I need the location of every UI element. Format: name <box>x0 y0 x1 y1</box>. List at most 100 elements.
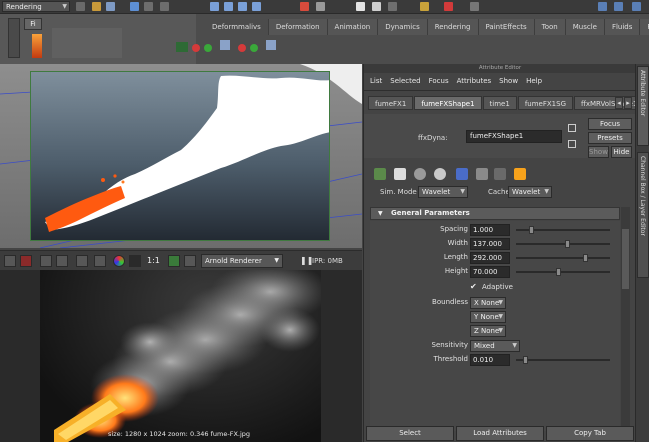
node-name-field[interactable]: fumeFXShape1 <box>466 130 562 143</box>
param-value-field[interactable]: 137.000 <box>470 238 510 250</box>
menu-focus[interactable]: Focus <box>429 74 449 88</box>
container-icon[interactable] <box>266 40 276 50</box>
param-value-field[interactable]: 1.000 <box>470 224 510 236</box>
slider-knob[interactable] <box>583 254 588 262</box>
tab-scroll-left-icon[interactable]: ◂ <box>615 97 623 109</box>
shelf-tab[interactable]: PaintEffects <box>478 19 535 35</box>
redo-render-icon[interactable] <box>4 255 16 267</box>
input-connection-icon[interactable] <box>568 124 576 132</box>
render-icon[interactable] <box>456 168 468 180</box>
panel-layout-icon[interactable] <box>632 2 641 11</box>
keep-image-icon[interactable] <box>94 255 106 267</box>
color-channel-icon[interactable] <box>113 255 125 267</box>
snap-point-icon[interactable] <box>238 2 247 11</box>
shelf-tab[interactable]: Dynamics <box>378 19 428 35</box>
shelf-side-bar[interactable] <box>8 18 20 58</box>
snapshot-icon[interactable] <box>40 255 52 267</box>
render-view[interactable] <box>0 270 362 442</box>
tab-time1[interactable]: time1 <box>482 96 517 110</box>
fire-icon[interactable] <box>32 34 42 58</box>
menu-show[interactable]: Show <box>499 74 518 88</box>
param-slider[interactable] <box>516 268 610 276</box>
render-camera-icon[interactable] <box>184 255 196 267</box>
render-frame-icon[interactable] <box>356 2 365 11</box>
magnet-icon[interactable] <box>444 2 453 11</box>
shelf-tool-icon[interactable] <box>176 42 188 52</box>
camera-view[interactable] <box>30 71 330 241</box>
slider-knob[interactable] <box>565 240 570 248</box>
shelf-tab[interactable]: Animation <box>327 19 379 35</box>
param-slider[interactable] <box>516 254 610 262</box>
presets-button[interactable]: Presets <box>588 132 632 144</box>
field-icon[interactable] <box>204 44 212 52</box>
field-icon[interactable] <box>250 44 258 52</box>
display-icon[interactable] <box>168 255 180 267</box>
snap-curve-icon[interactable] <box>224 2 233 11</box>
general-parameters-header[interactable]: ▼ General Parameters <box>370 207 620 220</box>
select-object-icon[interactable] <box>144 2 153 11</box>
shelf-tab[interactable]: Muscle <box>565 19 605 35</box>
container-icon[interactable] <box>220 40 230 50</box>
tab-channel-box[interactable]: Channel Box / Layer Editor <box>637 152 649 278</box>
sphere-icon[interactable] <box>414 168 426 180</box>
threshold-slider[interactable] <box>516 356 610 364</box>
menu-list[interactable]: List <box>370 74 382 88</box>
tool-icon[interactable] <box>470 2 479 11</box>
save-scene-icon[interactable] <box>106 2 115 11</box>
show-button[interactable]: Show <box>588 146 609 158</box>
menuset-dropdown[interactable]: Rendering ▼ <box>2 1 70 12</box>
focus-button[interactable]: Focus <box>588 118 632 130</box>
emitter-icon[interactable] <box>238 44 246 52</box>
slider-knob[interactable] <box>556 268 561 276</box>
tab-fumefx1[interactable]: fumeFX1 <box>368 96 414 110</box>
param-value-field[interactable]: 292.000 <box>470 252 510 264</box>
shelf-tab[interactable]: Toon <box>534 19 566 35</box>
slider-knob[interactable] <box>523 356 528 364</box>
shelf-tab-short[interactable]: Fi <box>24 18 42 30</box>
snap-grid-icon[interactable] <box>210 2 219 11</box>
boundless-z-dropdown[interactable]: Z None ▼ <box>470 325 506 337</box>
panel-layout-icon[interactable] <box>598 2 607 11</box>
render-settings-icon[interactable] <box>388 2 397 11</box>
attribute-scrollbar[interactable] <box>621 207 630 432</box>
boundless-y-dropdown[interactable]: Y None ▼ <box>470 311 506 323</box>
panel-layout-icon[interactable] <box>614 2 623 11</box>
param-slider[interactable] <box>516 240 610 248</box>
gear-icon[interactable] <box>434 168 446 180</box>
fire-icon[interactable] <box>514 168 526 180</box>
checkmark-icon[interactable]: ✔ <box>470 282 477 291</box>
open-scene-icon[interactable] <box>92 2 101 11</box>
slider-knob[interactable] <box>529 226 534 234</box>
shelf-tab[interactable]: Deformation <box>268 19 328 35</box>
menu-attributes[interactable]: Attributes <box>457 74 492 88</box>
shelf-tab[interactable]: Deformmalivs <box>205 19 269 35</box>
sensitivity-dropdown[interactable]: Mixed ▼ <box>470 340 520 352</box>
hide-button[interactable]: Hide <box>611 146 632 158</box>
tab-fumefx1sg[interactable]: fumeFX1SG <box>517 96 573 110</box>
copy-tab-button[interactable]: Copy Tab <box>546 426 634 441</box>
refresh-icon[interactable] <box>76 255 88 267</box>
wrench-icon[interactable] <box>494 168 506 180</box>
emitter-icon[interactable] <box>192 44 200 52</box>
shelf-tab[interactable]: Rendering <box>427 19 479 35</box>
ipr-render-icon[interactable] <box>372 2 381 11</box>
tab-scroll-right-icon[interactable]: ▸ <box>624 97 632 109</box>
threshold-value-field[interactable]: 0.010 <box>470 354 510 366</box>
select-component-icon[interactable] <box>160 2 169 11</box>
tab-fumefxshape1[interactable]: fumeFXShape1 <box>414 96 482 110</box>
tab-ffxmrvolshape1[interactable]: ffxMRVolShape1 <box>574 96 645 110</box>
new-scene-icon[interactable] <box>76 2 85 11</box>
cache-dropdown[interactable]: Wavelet ▼ <box>508 186 552 198</box>
output-connection-icon[interactable] <box>568 140 576 148</box>
menu-help[interactable]: Help <box>526 74 542 88</box>
scrollbar-thumb[interactable] <box>622 229 629 289</box>
sim-mode-dropdown[interactable]: Wavelet ▼ <box>418 186 468 198</box>
render-region-icon[interactable] <box>20 255 32 267</box>
boundless-x-dropdown[interactable]: X None ▼ <box>470 297 506 309</box>
shelf-tab[interactable]: Fu <box>640 19 649 35</box>
param-value-field[interactable]: 70.000 <box>470 266 510 278</box>
snap-plane-icon[interactable] <box>252 2 261 11</box>
zoom-ratio[interactable]: 1:1 <box>147 256 160 265</box>
ipr-icon[interactable] <box>56 255 68 267</box>
simulation-icon[interactable] <box>374 168 386 180</box>
